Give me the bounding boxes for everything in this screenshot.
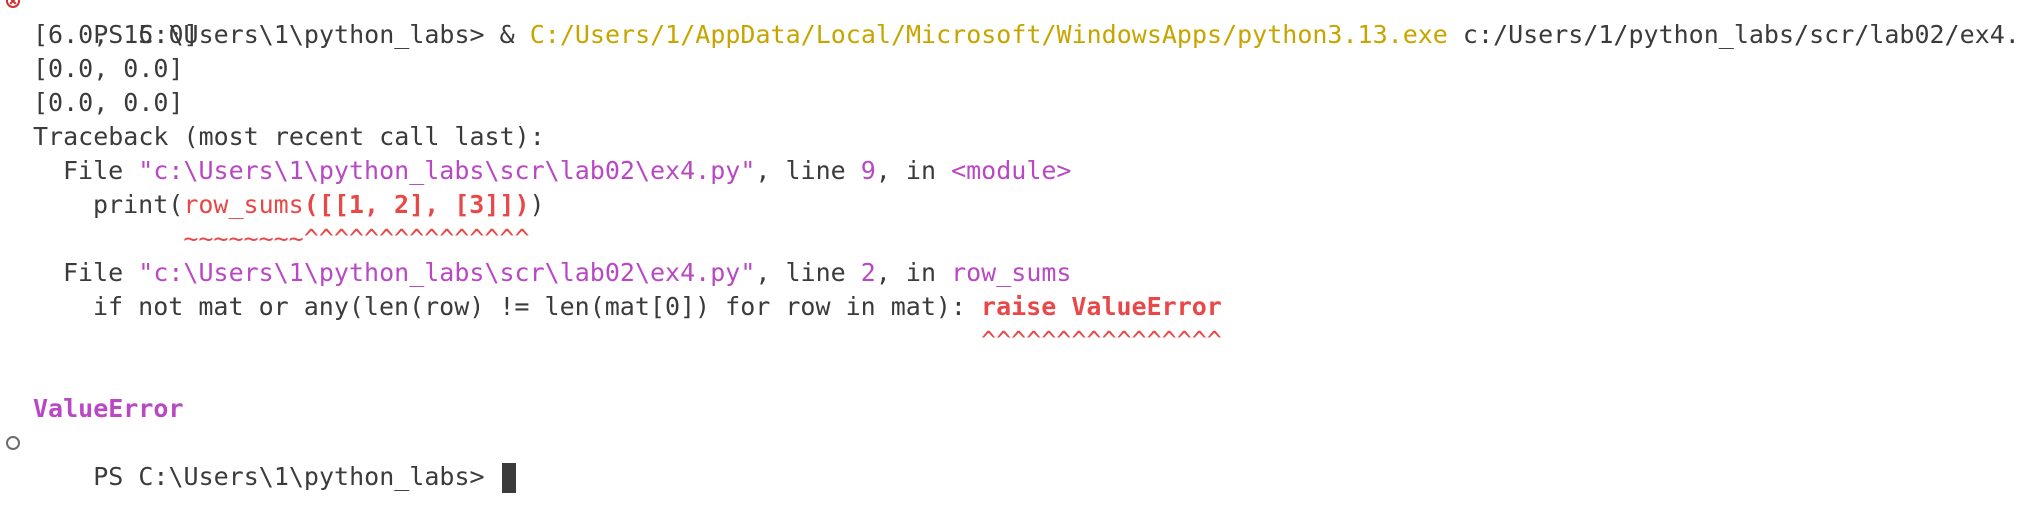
code-error-highlight: raise ValueError: [981, 292, 1222, 321]
in-keyword: , in: [875, 156, 952, 185]
file-keyword: File: [63, 156, 139, 185]
traceback-code-1: print(row_sums([[1, 2], [3]])): [0, 188, 2022, 222]
line-keyword: , line: [755, 258, 861, 287]
code-text: print(: [93, 190, 184, 219]
code-text: if not mat or any(len(row) != len(mat[0]…: [93, 292, 982, 321]
error-name: ValueError: [33, 394, 184, 423]
function-name: row_sums: [951, 258, 1072, 287]
code-call-highlight: row_sums: [183, 190, 304, 219]
error-status-icon[interactable]: [6, 0, 20, 8]
prompt-text: PS C:\Users\1\python_labs>: [93, 462, 500, 491]
traceback-frame-1: File "c:\Users\1\python_labs\scr\lab02\e…: [0, 154, 2022, 188]
file-link[interactable]: "c:\Users\1\python_labs\scr\lab02\ex4.py…: [138, 258, 755, 287]
marker-pad: [93, 326, 981, 355]
traceback-header: Traceback (most recent call last):: [33, 122, 545, 151]
error-marker-2: ^^^^^^^^^^^^^^^^: [0, 324, 2022, 358]
line-number: 2: [860, 258, 876, 287]
command-line: PS C:\Users\1\python_labs> & C:/Users/1/…: [0, 0, 2022, 49]
code-text: ): [529, 190, 545, 219]
idle-status-icon[interactable]: [6, 436, 20, 450]
error-marker-1: ~~~~~~~~^^^^^^^^^^^^^^^: [0, 222, 2022, 256]
tilde-marker: ~~~~~~~~: [183, 224, 304, 253]
in-keyword: , in: [875, 258, 952, 287]
prompt-line[interactable]: PS C:\Users\1\python_labs>: [0, 426, 2022, 493]
marker-pad: [93, 224, 183, 253]
output-line: [6.0, 15.0]: [33, 20, 199, 49]
traceback-frame-2: File "c:\Users\1\python_labs\scr\lab02\e…: [0, 256, 2022, 290]
output-line: [0.0, 0.0]: [33, 88, 184, 117]
function-name: <module>: [951, 156, 1072, 185]
line-keyword: , line: [755, 156, 861, 185]
caret-marker: ^^^^^^^^^^^^^^^: [303, 224, 530, 253]
line-number: 9: [860, 156, 876, 185]
file-keyword: File: [63, 258, 139, 287]
text-cursor: [501, 463, 516, 493]
output-line: [0.0, 0.0]: [33, 54, 184, 83]
code-args-highlight: ([[1, 2], [3]]): [303, 190, 530, 219]
caret-marker: ^^^^^^^^^^^^^^^^: [981, 326, 1222, 355]
traceback-code-2: if not mat or any(len(row) != len(mat[0]…: [0, 290, 2022, 324]
file-link[interactable]: "c:\Users\1\python_labs\scr\lab02\ex4.py…: [138, 156, 755, 185]
terminal-output[interactable]: PS C:\Users\1\python_labs> & C:/Users/1/…: [0, 0, 2022, 493]
